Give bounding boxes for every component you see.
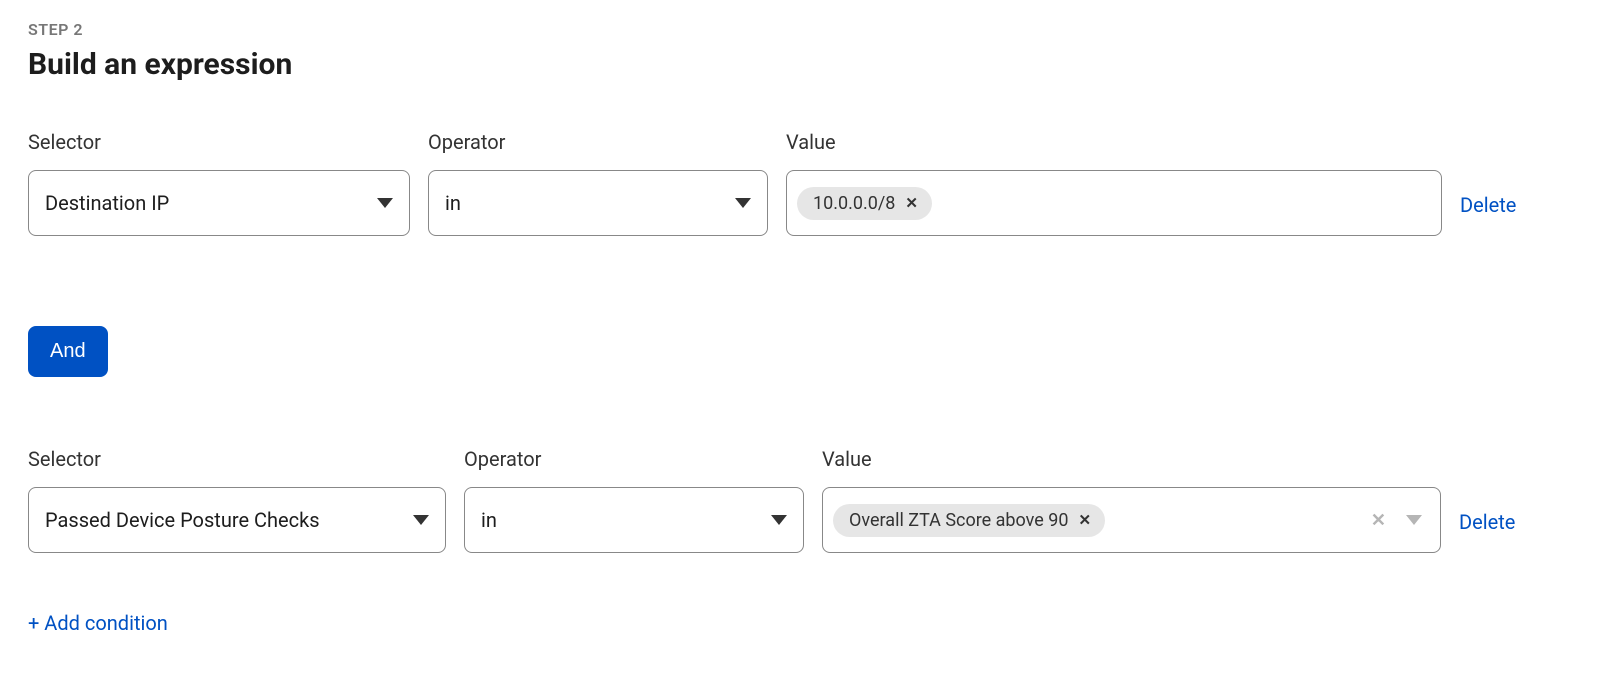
operator-column: Operator in [464,447,804,553]
chevron-down-icon[interactable] [1406,515,1422,525]
chip-text: 10.0.0.0/8 [813,193,895,214]
value-label: Value [822,447,1441,471]
chip-remove-icon[interactable]: ✕ [905,196,918,211]
operator-column: Operator in [428,130,768,236]
selector-value: Passed Device Posture Checks [45,508,320,532]
value-chip: Overall ZTA Score above 90 ✕ [833,504,1105,537]
delete-button[interactable]: Delete [1460,193,1516,217]
selector-label: Selector [28,130,410,154]
operator-value: in [445,191,461,215]
selector-column: Selector Destination IP [28,130,410,236]
chevron-down-icon [377,198,393,208]
clear-icon[interactable]: ✕ [1371,510,1386,531]
selector-value: Destination IP [45,191,169,215]
selector-dropdown[interactable]: Destination IP [28,170,410,236]
chip-text: Overall ZTA Score above 90 [849,510,1069,531]
chevron-down-icon [771,515,787,525]
value-column: Value Overall ZTA Score above 90 ✕ ✕ [822,447,1441,553]
value-column: Value 10.0.0.0/8 ✕ [786,130,1442,236]
value-label: Value [786,130,1442,154]
operator-label: Operator [428,130,768,154]
chevron-down-icon [413,515,429,525]
operator-value: in [481,508,497,532]
value-multiselect[interactable]: Overall ZTA Score above 90 ✕ ✕ [822,487,1441,553]
condition-row: Selector Destination IP Operator in Valu… [28,130,1572,236]
step-label: STEP 2 [28,20,1572,39]
operator-dropdown[interactable]: in [464,487,804,553]
chevron-down-icon [735,198,751,208]
add-condition-button[interactable]: + Add condition [28,611,1572,635]
expression-builder: STEP 2 Build an expression Selector Dest… [0,0,1600,655]
chip-remove-icon[interactable]: ✕ [1079,513,1092,528]
value-chip: 10.0.0.0/8 ✕ [797,187,932,220]
condition-row: Selector Passed Device Posture Checks Op… [28,447,1572,553]
value-input[interactable]: 10.0.0.0/8 ✕ [786,170,1442,236]
selector-dropdown[interactable]: Passed Device Posture Checks [28,487,446,553]
operator-dropdown[interactable]: in [428,170,768,236]
page-title: Build an expression [28,47,1572,82]
and-connector-button[interactable]: And [28,326,108,377]
value-actions: ✕ [1371,510,1430,531]
operator-label: Operator [464,447,804,471]
selector-column: Selector Passed Device Posture Checks [28,447,446,553]
delete-button[interactable]: Delete [1459,510,1515,534]
selector-label: Selector [28,447,446,471]
